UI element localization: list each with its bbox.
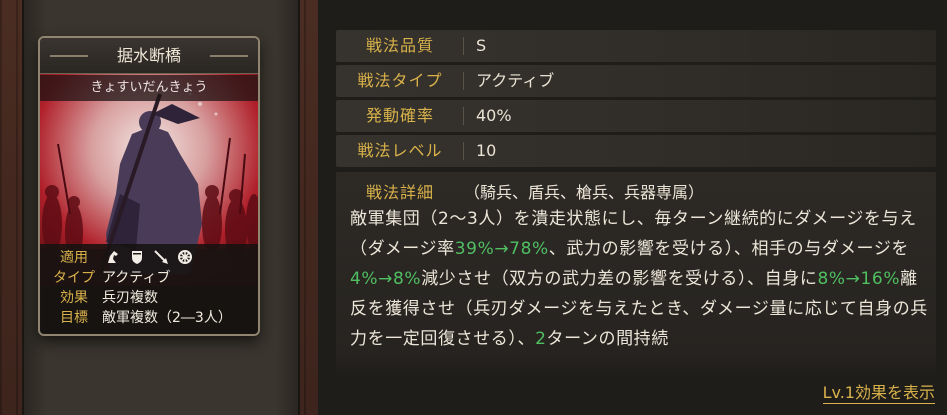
info-key: 効果 — [60, 290, 88, 306]
highlight-value: 8%→16% — [817, 269, 901, 289]
tactic-reading: きょすいだんきょう — [40, 75, 258, 101]
detail-header: 戦法詳細 （騎兵、盾兵、槍兵、兵器専属） — [336, 178, 704, 204]
tactic-name: 据水断橋 — [116, 46, 181, 65]
highlight-value: 39%→78% — [454, 239, 549, 259]
left-wall: 据水断橋 きょすいだんきょう 適用 タイプ アクティブ 効果 兵刃複数 目標 敵… — [0, 0, 318, 415]
stat-label: 戦法タイプ — [336, 65, 464, 97]
info-key: タイプ — [53, 270, 95, 286]
info-key: 適用 — [60, 250, 88, 266]
highlight-value: 4%→8% — [350, 269, 422, 289]
stat-value: アクティブ — [476, 71, 555, 90]
description-text: 、武力の影響を受ける）、相手の与ダメージを — [548, 239, 910, 259]
description-text: ターンの間持続 — [546, 329, 669, 349]
stat-value: 40% — [476, 106, 512, 125]
info-value: アクティブ — [102, 270, 171, 286]
description-text: 減少させ（双方の武力差の影響を受ける）、自身に — [421, 269, 818, 289]
unit-icons — [100, 248, 194, 266]
card-title: 据水断橋 — [40, 38, 258, 74]
stat-label: 戦法レベル — [336, 135, 464, 167]
applicable-units: （騎兵、盾兵、槍兵、兵器専属） — [464, 183, 705, 202]
show-lv1-effect-link[interactable]: Lv.1効果を表示 — [822, 383, 935, 404]
stat-row-chance: 発動確率 40% — [336, 100, 936, 132]
info-row-target: 目標 敵軍複数（2―3人） — [48, 307, 258, 327]
stat-label: 発動確率 — [336, 100, 464, 132]
stat-value: 10 — [476, 141, 497, 160]
stat-row-type: 戦法タイプ アクティブ — [336, 65, 936, 97]
siege-wheel-icon — [176, 248, 194, 266]
tactic-detail-panel: 戦法品質 S 戦法タイプ アクティブ 発動確率 40% 戦法レベル 10 戦法詳… — [318, 0, 947, 415]
text-fade — [336, 351, 936, 387]
tactic-description: 敵軍集団（2〜3人）を潰走状態にし、毎ターン継続的にダメージを与え（ダメージ率3… — [350, 204, 932, 354]
stat-row-level: 戦法レベル 10 — [336, 135, 936, 167]
spear-icon — [152, 248, 170, 266]
tactic-card: 据水断橋 きょすいだんきょう 適用 タイプ アクティブ 効果 兵刃複数 目標 敵… — [38, 36, 260, 336]
info-row-effect: 効果 兵刃複数 — [48, 287, 258, 307]
info-value: 敵軍複数（2―3人） — [102, 310, 232, 326]
tactic-description-box: 戦法詳細 （騎兵、盾兵、槍兵、兵器専属） 敵軍集団（2〜3人）を潰走状態にし、毎… — [336, 172, 936, 387]
highlight-value: 2 — [535, 329, 547, 349]
shield-icon — [128, 248, 146, 266]
info-key: 目標 — [60, 310, 88, 326]
cavalry-icon — [104, 248, 122, 266]
stat-value: S — [476, 36, 487, 55]
info-row-applies: 適用 — [48, 247, 258, 267]
card-info: 適用 タイプ アクティブ 効果 兵刃複数 目標 敵軍複数（2―3人） — [40, 244, 258, 334]
stat-label: 戦法品質 — [336, 30, 464, 62]
detail-label: 戦法詳細 — [365, 183, 434, 202]
info-row-type: タイプ アクティブ — [48, 267, 258, 287]
stat-row-quality: 戦法品質 S — [336, 30, 936, 62]
info-value: 兵刃複数 — [102, 290, 158, 306]
